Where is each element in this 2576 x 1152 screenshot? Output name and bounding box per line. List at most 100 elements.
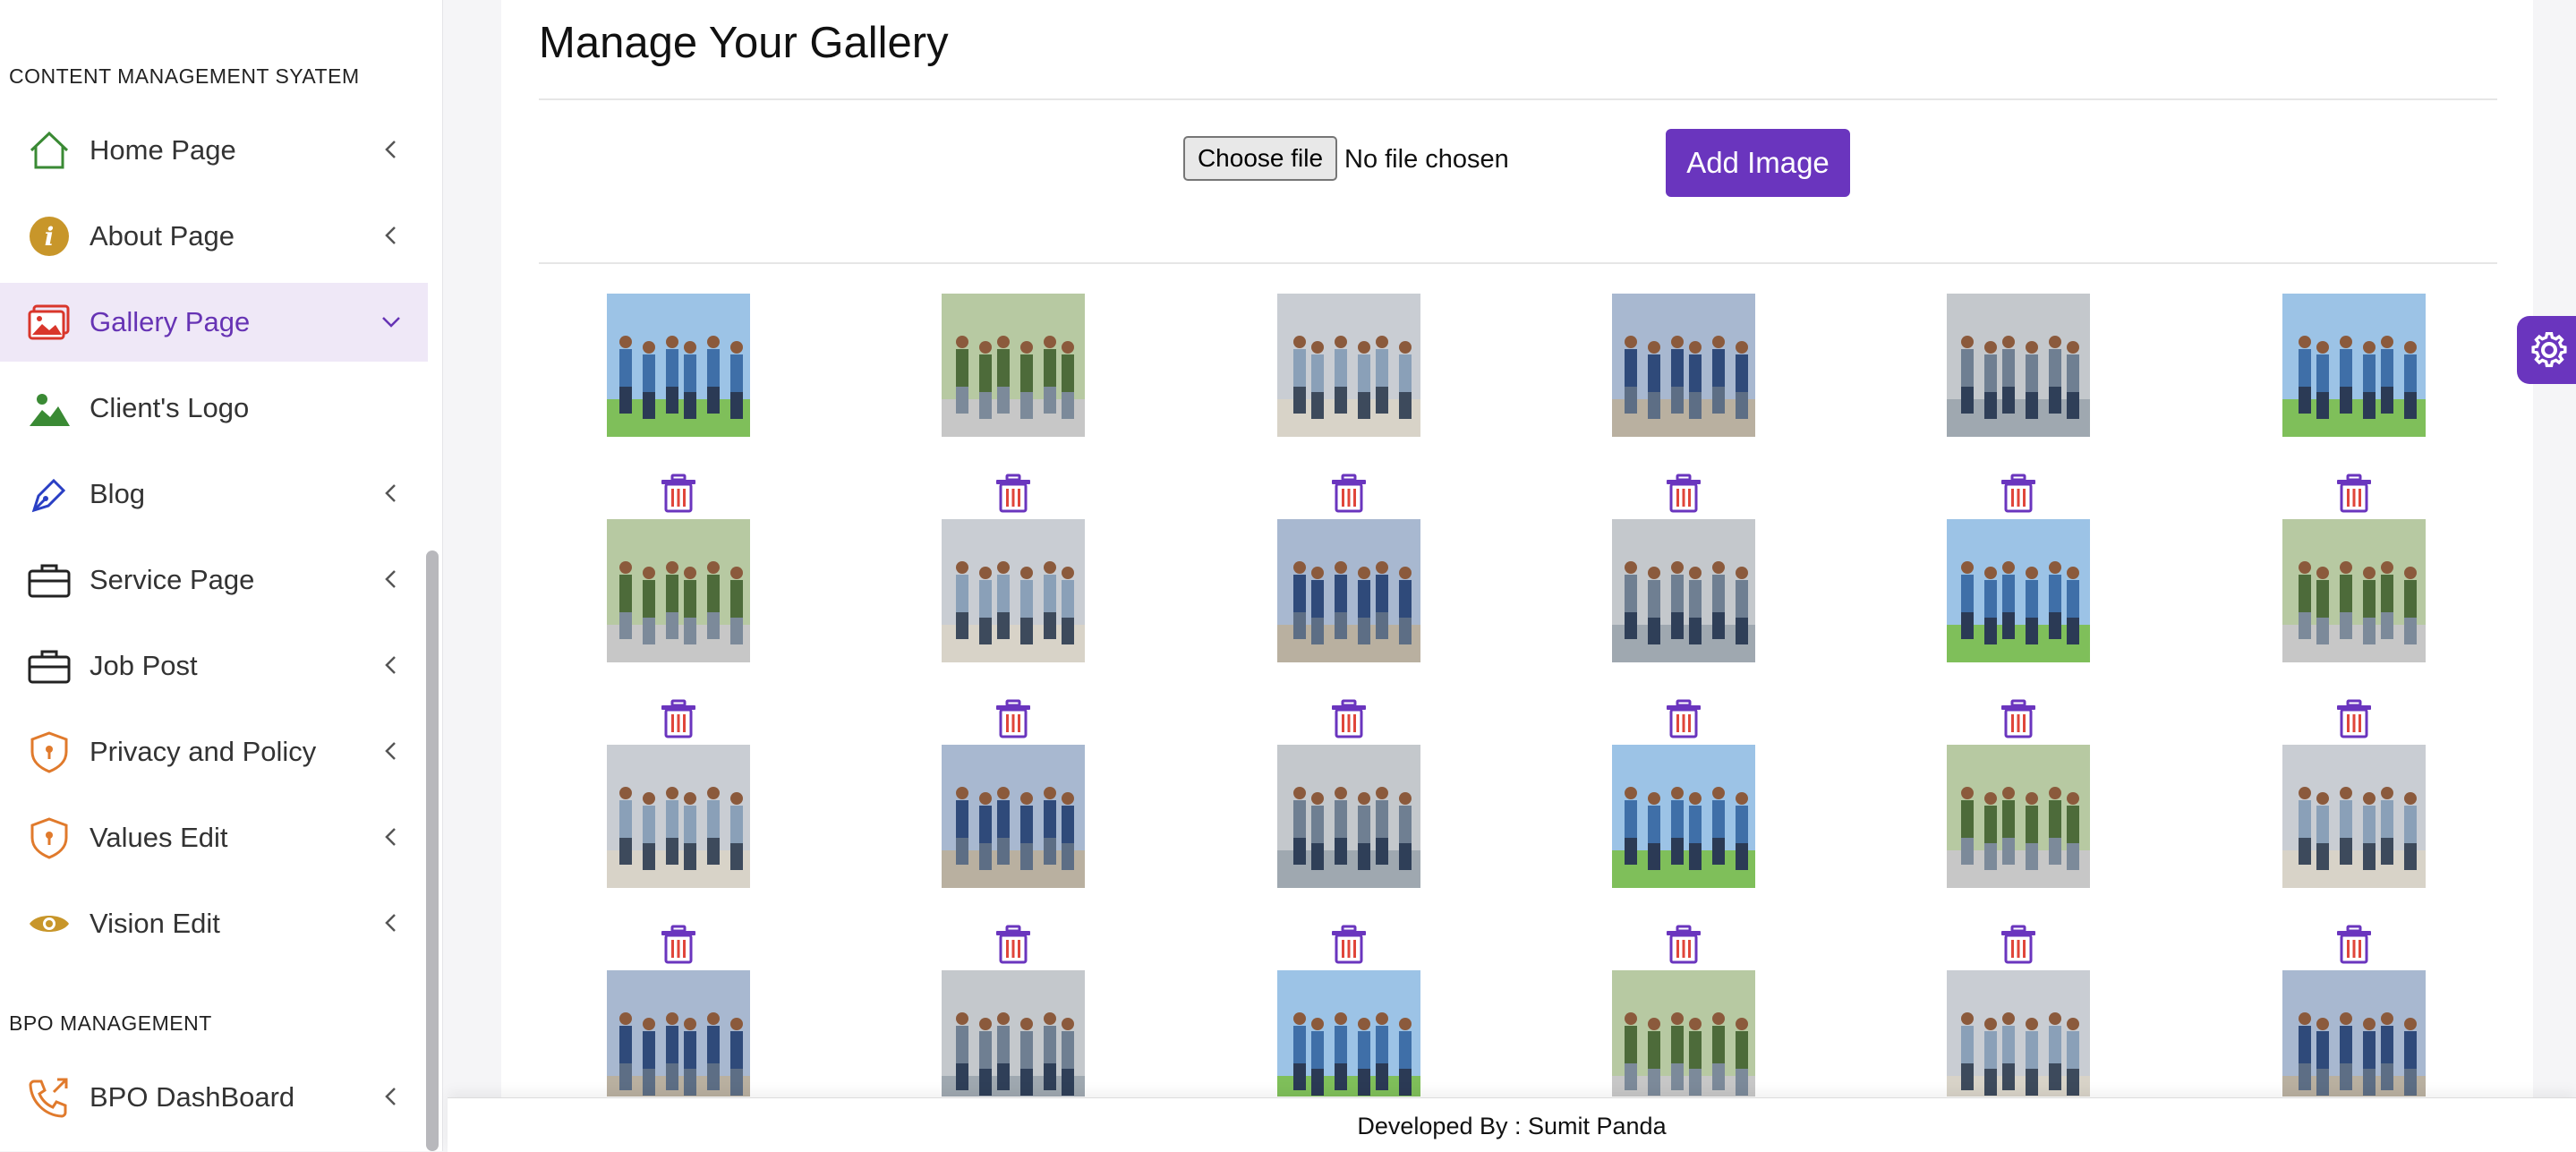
gallery-image (1612, 519, 1755, 662)
sidebar-item-bpo-dashboard[interactable]: BPO DashBoard (0, 1058, 428, 1137)
delete-image-button[interactable] (993, 698, 1034, 739)
sidebar-item-label: BPO DashBoard (90, 1081, 295, 1113)
delete-image-button[interactable] (1998, 473, 2039, 514)
gallery-image (2282, 294, 2426, 437)
chevron-left-icon (385, 570, 396, 588)
delete-image-button[interactable] (2333, 473, 2375, 514)
sidebar-item-label: Gallery Page (90, 306, 251, 337)
chevron-left-icon (385, 141, 396, 158)
gallery-image (2282, 745, 2426, 888)
delete-image-button[interactable] (2333, 924, 2375, 965)
trash-icon (661, 474, 695, 513)
home-icon (30, 131, 69, 169)
trash-icon (1667, 474, 1701, 513)
trash-icon (1667, 699, 1701, 738)
sidebar-item-label: Home Page (90, 134, 236, 166)
sidebar-item-about-page[interactable]: i About Page (0, 197, 428, 276)
briefcase-icon (28, 650, 71, 684)
trash-icon (1667, 925, 1701, 964)
gallery-image (942, 970, 1085, 1097)
delete-image-button[interactable] (993, 924, 1034, 965)
divider (539, 98, 2497, 100)
delete-image-button[interactable] (1328, 924, 1369, 965)
sidebar-item-label: Client's Logo (90, 392, 250, 423)
gallery-image (607, 970, 750, 1097)
gallery-image (1612, 970, 1755, 1097)
chevron-left-icon (385, 1088, 396, 1105)
file-status-text: No file chosen (1344, 145, 1509, 174)
gallery-image (1277, 970, 1420, 1097)
chevron-left-icon (385, 484, 396, 502)
sidebar-item-label: Vision Edit (90, 908, 220, 939)
sidebar-item-service-page[interactable]: Service Page (0, 541, 428, 619)
trash-icon (2337, 699, 2371, 738)
delete-image-button[interactable] (993, 473, 1034, 514)
chevron-left-icon (385, 914, 396, 932)
delete-image-button[interactable] (658, 924, 699, 965)
delete-image-button[interactable] (658, 473, 699, 514)
sidebar-item-blog[interactable]: Blog (0, 455, 428, 533)
sidebar-item-vision-edit[interactable]: Vision Edit (0, 884, 428, 963)
svg-text:i: i (45, 222, 55, 252)
gallery-image (607, 294, 750, 437)
sidebar-item-label: Service Page (90, 564, 255, 595)
sidebar-item-label: Blog (90, 478, 146, 509)
gallery-image (942, 745, 1085, 888)
add-image-button[interactable]: Add Image (1666, 129, 1850, 197)
sidebar-scrollbar[interactable] (426, 550, 439, 1151)
shield-icon (30, 817, 68, 859)
eye-icon (30, 916, 69, 932)
trash-icon (661, 925, 695, 964)
sidebar-item-values-edit[interactable]: Values Edit (0, 798, 428, 877)
sidebar-item-job-post[interactable]: Job Post (0, 627, 428, 705)
section-heading-bpo: BPO MANAGEMENT (9, 1011, 212, 1035)
delete-image-button[interactable] (1663, 698, 1704, 739)
trash-icon (2001, 474, 2035, 513)
trash-icon (1332, 925, 1366, 964)
gallery-image (1277, 294, 1420, 437)
settings-button[interactable] (2517, 316, 2576, 384)
gear-icon (2531, 331, 2567, 368)
gallery-image (1947, 745, 2090, 888)
trash-icon (2337, 925, 2371, 964)
delete-image-button[interactable] (2333, 698, 2375, 739)
sidebar-item-home-page[interactable]: Home Page (0, 111, 428, 190)
trash-icon (2001, 925, 2035, 964)
sidebar-item-gallery-page[interactable]: Gallery Page (0, 283, 428, 362)
choose-file-button[interactable]: Choose file (1183, 136, 1337, 181)
gallery-image (2282, 519, 2426, 662)
delete-image-button[interactable] (658, 698, 699, 739)
trash-icon (996, 474, 1030, 513)
delete-image-button[interactable] (1663, 473, 1704, 514)
sidebar-item-privacy-policy[interactable]: Privacy and Policy (0, 713, 428, 791)
sidebar-item-label: About Page (90, 220, 235, 252)
sidebar-item-label: Job Post (90, 650, 198, 681)
chevron-left-icon (385, 742, 396, 760)
info-icon: i (30, 217, 69, 256)
footer: Developed By : Sumit Panda (448, 1097, 2576, 1152)
section-heading-cms: CONTENT MANAGEMENT SYATEM (9, 64, 360, 88)
gallery-image (1947, 970, 2090, 1097)
page-title: Manage Your Gallery (539, 19, 949, 67)
gallery-image (607, 519, 750, 662)
gallery-image (942, 519, 1085, 662)
trash-icon (1332, 699, 1366, 738)
delete-image-button[interactable] (1663, 924, 1704, 965)
delete-image-button[interactable] (1998, 698, 2039, 739)
shield-icon (30, 731, 68, 773)
image-icon (28, 304, 70, 340)
chevron-down-icon (382, 317, 400, 328)
delete-image-button[interactable] (1998, 924, 2039, 965)
chevron-left-icon (385, 656, 396, 674)
delete-image-button[interactable] (1328, 698, 1369, 739)
gallery-image (1612, 745, 1755, 888)
delete-image-button[interactable] (1328, 473, 1369, 514)
gallery-card: Manage Your Gallery Choose file No file … (501, 0, 2533, 1101)
chevron-left-icon (385, 226, 396, 244)
landscape-icon (30, 394, 70, 426)
gallery-image (942, 294, 1085, 437)
trash-icon (996, 699, 1030, 738)
gallery-image (1277, 519, 1420, 662)
sidebar-item-label: Values Edit (90, 822, 228, 853)
sidebar-item-clients-logo[interactable]: Client's Logo (0, 369, 428, 448)
